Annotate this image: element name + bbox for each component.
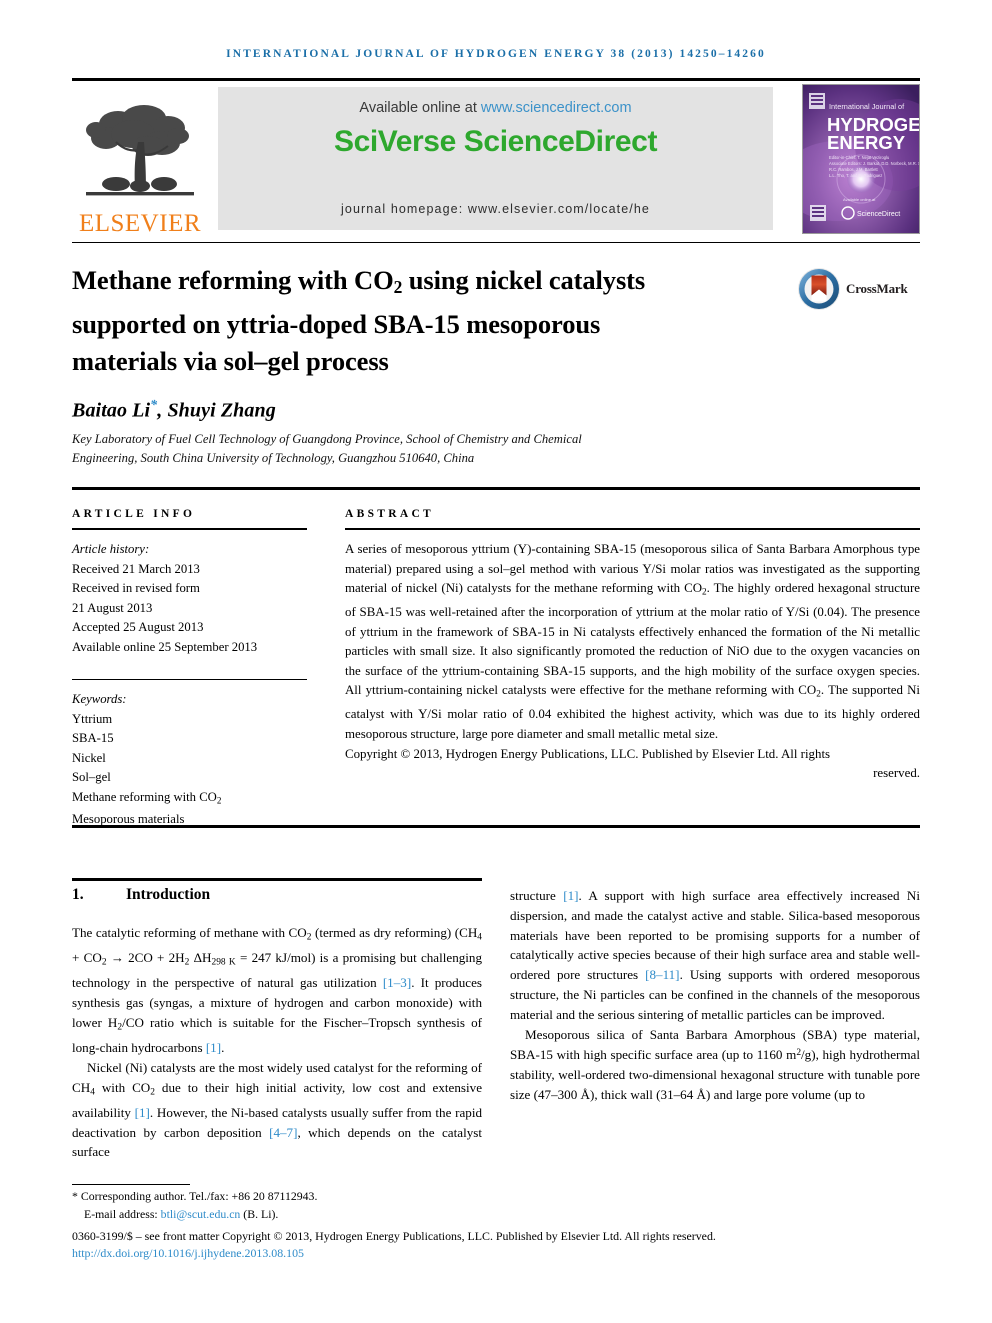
sciencedirect-banner: Available online at www.sciencedirect.co… (218, 87, 773, 230)
body-column-right: structure [1]. A support with high surfa… (510, 886, 920, 1105)
journal-cover-thumbnail[interactable]: International Journal of HYDROGEN ENERGY… (802, 84, 920, 234)
available-online-line: Available online at www.sciencedirect.co… (359, 100, 631, 116)
email-suffix: (B. Li). (240, 1206, 279, 1221)
footnote-rule (72, 1184, 190, 1185)
journal-cover-art: International Journal of HYDROGEN ENERGY… (803, 85, 919, 233)
article-history-label: Article history: (72, 542, 150, 556)
article-title-sub: 2 (393, 276, 403, 297)
masthead-rule (72, 242, 920, 243)
keyword-item: SBA-15 (72, 731, 114, 745)
history-item: Received in revised form (72, 581, 200, 595)
abstract-column: Abstract A series of mesoporous yttrium … (345, 508, 920, 784)
running-head: International Journal of Hydrogen Energy… (226, 48, 766, 60)
author-secondary: , Shuyi Zhang (157, 399, 276, 422)
paragraph: structure [1]. A support with high surfa… (510, 888, 920, 1022)
crossmark-label: CrossMark (846, 281, 908, 296)
issn-copyright-line: 0360-3199/$ – see front matter Copyright… (72, 1229, 716, 1243)
keyword-item: Nickel (72, 750, 106, 765)
svg-text:Available online at: Available online at (843, 197, 876, 202)
top-rule (72, 78, 920, 81)
crossmark-badge[interactable]: CrossMark (797, 266, 915, 312)
affiliation: Key Laboratory of Fuel Cell Technology o… (72, 432, 582, 465)
page-title: Methane reforming with CO2 using nickel … (72, 262, 792, 380)
keywords-label: Keywords: (72, 692, 127, 706)
history-item: Accepted 25 August 2013 (72, 620, 204, 634)
article-title: Methane reforming with CO2 using nickel … (72, 262, 792, 380)
article-title-line2: supported on yttria-doped SBA-15 mesopor… (72, 308, 601, 339)
author-primary: Baitao Li (72, 399, 151, 422)
history-item: Available online 25 September 2013 (72, 639, 258, 654)
svg-text:Associate Editors: J. Barkat,: Associate Editors: J. Barkat, D.D. Norbe… (829, 161, 919, 166)
corresponding-author-text: Corresponding author. Tel./fax: +86 20 8… (80, 1189, 318, 1203)
citation-link[interactable]: [1–3] (383, 975, 411, 990)
section-number: 1. (72, 886, 84, 903)
keywords-rule (72, 679, 307, 680)
footnote-marker: * (72, 1189, 78, 1203)
abstract-body: A series of mesoporous yttrium (Y)-conta… (345, 540, 920, 784)
history-item: Received 21 March 2013 (72, 561, 200, 576)
article-info-column: Article info Article history: Received 2… (72, 508, 307, 830)
svg-text:L.L. Tho, T. and D. Rodriguez: L.L. Tho, T. and D. Rodriguez (829, 173, 882, 178)
email-label: E-mail address: (84, 1206, 161, 1221)
doi-link[interactable]: http://dx.doi.org/10.1016/j.ijhydene.201… (72, 1246, 304, 1261)
svg-text:ENERGY: ENERGY (827, 132, 906, 153)
article-title-line3: materials via sol–gel process (72, 345, 389, 376)
paragraph: The catalytic reforming of methane with … (72, 925, 483, 1056)
citation-link[interactable]: [1] (206, 1040, 221, 1055)
corresponding-author-note: * Corresponding author. Tel./fax: +86 20 … (72, 1188, 542, 1206)
svg-text:International Journal of: International Journal of (829, 102, 905, 111)
keywords-block: Keywords: Yttrium SBA-15 Nickel Sol–gel … (72, 690, 307, 830)
elsevier-tree-icon (86, 105, 194, 196)
svg-text:Editor-in-Chief: T. Nejat Vezi: Editor-in-Chief: T. Nejat Veziroglu (829, 155, 889, 160)
elsevier-wordmark: ELSEVIER (78, 210, 202, 237)
keyword-item: Sol–gel (72, 770, 111, 784)
footnote-block: * Corresponding author. Tel./fax: +86 20 … (72, 1188, 542, 1223)
paragraph: Nickel (Ni) catalysts are the most widel… (72, 1059, 483, 1160)
history-item: 21 August 2013 (72, 600, 153, 615)
abstract-text: A series of mesoporous yttrium (Y)-conta… (345, 542, 920, 741)
section-heading-introduction: 1. Introduction (72, 886, 482, 904)
available-online-prefix: Available online at (359, 100, 481, 116)
abstract-rule (345, 528, 920, 530)
article-title-line1-a: Methane reforming with CO (72, 265, 394, 295)
article-history-block: Article history: Received 21 March 2013 … (72, 540, 307, 657)
citation-link[interactable]: [8–11] (645, 967, 679, 982)
citation-link[interactable]: [1] (563, 888, 578, 903)
crossmark-icon (798, 268, 840, 310)
masthead: ELSEVIER Available online at www.science… (72, 84, 920, 236)
article-info-rule (72, 528, 307, 530)
citation-link[interactable]: [1] (135, 1105, 150, 1120)
abstract-copyright-tail: reserved. (873, 766, 920, 781)
svg-text:ScienceDirect: ScienceDirect (857, 211, 900, 218)
section-title: Introduction (126, 886, 211, 903)
svg-text:R.C. Rambos, J.M. Bartlett: R.C. Rambos, J.M. Bartlett (829, 167, 879, 172)
sciencedirect-url-link[interactable]: www.sciencedirect.com (481, 100, 632, 116)
email-note: E-mail address: btli@scut.edu.cn (B. Li)… (72, 1206, 542, 1224)
article-title-line1-b: using nickel catalysts (402, 265, 646, 295)
article-page: International Journal of Hydrogen Energy… (0, 0, 992, 1323)
abstract-section-bottom-rule (72, 825, 920, 828)
abstract-copyright: Copyright © 2013, Hydrogen Energy Public… (345, 746, 831, 761)
citation-link[interactable]: [4–7] (269, 1125, 297, 1140)
paragraph: Mesoporous silica of Santa Barbara Amorp… (510, 1026, 920, 1103)
introduction-rule (72, 878, 482, 881)
author-list: Baitao Li*, Shuyi Zhang (72, 398, 772, 423)
article-info-heading: Article info (72, 508, 196, 520)
keyword-item: Yttrium (72, 711, 113, 726)
body-column-left: The catalytic reforming of methane with … (72, 923, 482, 1162)
keyword-item: Methane reforming with CO2 (72, 789, 222, 805)
sciencedirect-wordmark[interactable]: SciVerse ScienceDirect (334, 125, 657, 159)
elsevier-logo[interactable]: ELSEVIER (72, 84, 208, 236)
abstract-section-top-rule (72, 487, 920, 490)
email-link[interactable]: btli@scut.edu.cn (161, 1207, 241, 1221)
abstract-heading: Abstract (345, 508, 435, 520)
journal-homepage-line[interactable]: journal homepage: www.elsevier.com/locat… (218, 202, 773, 216)
